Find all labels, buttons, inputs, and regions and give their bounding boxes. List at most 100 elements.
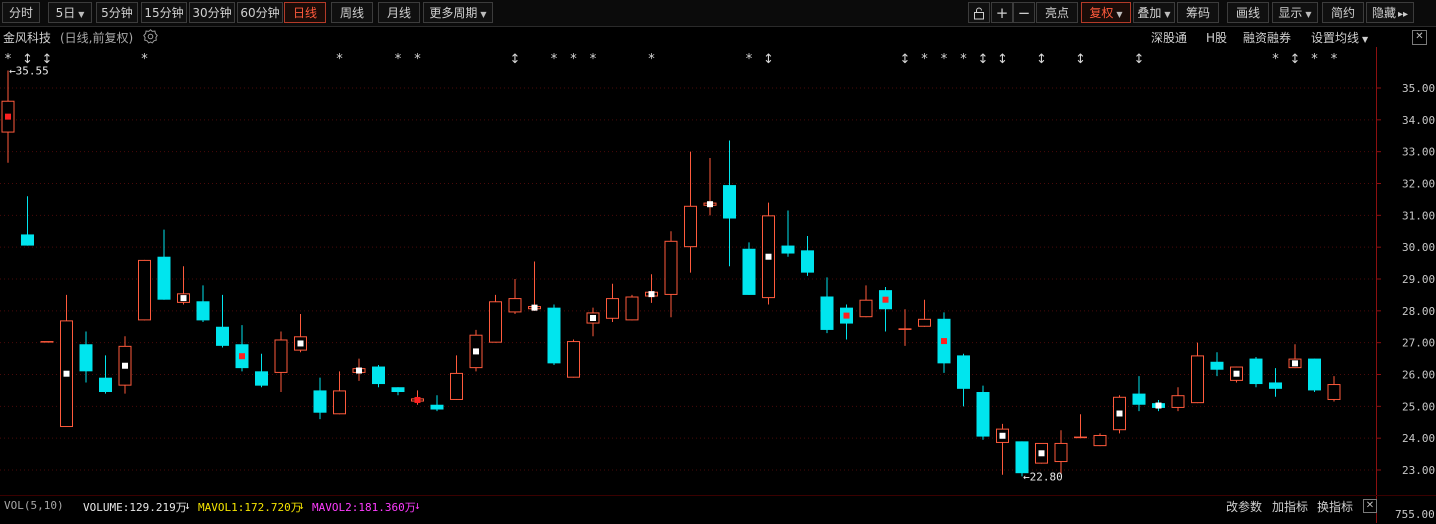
candle-dot	[297, 340, 304, 347]
candle-body	[664, 240, 678, 295]
candlestick-chart: 35.00 34.00 33.00 32.00 31.00 30.00 29.00 28.00…	[0, 52, 1435, 483]
period-tab-5day[interactable]: 5日 ▼	[48, 2, 92, 23]
change-params-button[interactable]: 改参数	[1226, 498, 1262, 515]
event-marker-icon: *	[746, 52, 753, 67]
add-indicator-button[interactable]: 加指标	[1272, 498, 1308, 515]
event-marker-icon: ↕	[763, 52, 774, 67]
candle-dot	[63, 370, 70, 377]
switch-indicator-button[interactable]: 换指标	[1317, 498, 1353, 515]
link-h-shares[interactable]: H股	[1206, 29, 1227, 46]
double-arrow-right-icon: ▸▸	[1397, 9, 1409, 20]
candle-body	[79, 344, 93, 372]
candle-body	[1308, 358, 1321, 391]
candle-dot	[590, 314, 596, 321]
candle-body	[781, 245, 795, 254]
display-label: 显示	[1278, 6, 1303, 20]
zoom-out-button[interactable]: −	[1013, 2, 1035, 23]
event-marker-icon: *	[941, 52, 948, 67]
candle-body	[976, 392, 990, 437]
price-tick-label: 31.00	[1402, 209, 1435, 222]
chevron-down-icon: ▼	[1362, 35, 1369, 44]
candle-dot	[531, 304, 538, 311]
volume-indicator-bar: VOL(5,10) VOLUME:129.219万 ↓ MAVOL1:172.7…	[0, 495, 1436, 524]
candle-body	[216, 326, 229, 346]
simple-mode-button[interactable]: 简约	[1322, 2, 1364, 23]
mavol2-value: MAVOL2:181.360万	[312, 501, 416, 514]
price-tick-label: 32.00	[1402, 178, 1435, 191]
candle-body	[333, 390, 346, 415]
candle-dot	[1292, 360, 1298, 367]
candle-dot	[356, 367, 362, 374]
link-northbound[interactable]: 深股通	[1151, 29, 1187, 46]
mavol2-down-arrow-icon: ↓	[414, 499, 421, 512]
price-tick-label: 23.00	[1402, 464, 1435, 477]
price-tick-label: 27.00	[1402, 337, 1435, 350]
volume-value: VOLUME:129.219万	[83, 501, 187, 514]
link-margin-trading[interactable]: 融资融券	[1243, 29, 1291, 46]
candle-body	[801, 250, 814, 273]
period-tab-monthly[interactable]: 月线	[378, 2, 420, 23]
close-icon[interactable]: ✕	[1363, 499, 1377, 513]
event-marker-icon: *	[921, 52, 928, 67]
price-axis-separator	[1376, 47, 1377, 523]
candle-body	[313, 390, 327, 413]
chevron-down-icon: ▼	[1164, 10, 1171, 19]
price-tick-label: 25.00	[1402, 400, 1435, 413]
candle-body	[274, 339, 288, 373]
period-tab-60min[interactable]: 60分钟	[237, 2, 283, 23]
price-tick-label: 29.00	[1402, 273, 1435, 286]
candle-body	[606, 298, 619, 319]
period-toolbar: 分时 5日 ▼ 5分钟 15分钟 30分钟 60分钟 日线 周线 月线 更多周期 ▼…	[0, 0, 1436, 27]
candle-body	[21, 234, 34, 246]
zoom-in-button[interactable]: +	[991, 2, 1013, 23]
period-tab-15min[interactable]: 15分钟	[141, 2, 187, 23]
candle-dot	[180, 295, 187, 302]
drawing-button[interactable]: 画线	[1227, 2, 1269, 23]
candle-body	[99, 377, 112, 393]
vol-indicator-name[interactable]: VOL(5,10)	[4, 499, 64, 512]
overlay-label: 叠加	[1137, 6, 1162, 20]
event-marker-icon: ↕	[978, 52, 989, 67]
period-tab-daily[interactable]: 日线	[284, 2, 326, 23]
lock-button[interactable]	[968, 2, 990, 23]
overlay-dropdown[interactable]: 叠加 ▼	[1133, 2, 1175, 23]
price-tick-label: 35.00	[1402, 82, 1435, 95]
candle-body	[918, 318, 931, 327]
period-tab-weekly[interactable]: 周线	[331, 2, 373, 23]
highlight-button[interactable]: 亮点	[1036, 2, 1078, 23]
settings-gear-icon[interactable]	[143, 29, 158, 48]
min-price-label: ←22.80	[1023, 470, 1063, 483]
chips-button[interactable]: 筹码	[1177, 2, 1219, 23]
candle-dot	[239, 353, 245, 360]
event-marker-icon: *	[1331, 52, 1338, 67]
event-marker-icon: ↕	[900, 52, 911, 67]
candle-dot	[1038, 450, 1045, 457]
candle-dot	[648, 291, 655, 298]
candle-dot	[707, 201, 713, 208]
event-marker-icon: *	[551, 52, 558, 67]
event-marker-icon: *	[1311, 52, 1318, 67]
candle-body	[196, 301, 210, 321]
adjust-rights-dropdown[interactable]: 复权 ▼	[1081, 2, 1131, 23]
candle-body	[1054, 442, 1068, 463]
period-tab-intraday[interactable]: 分时	[2, 2, 40, 23]
candle-body	[1210, 361, 1224, 370]
candle-dot	[5, 113, 11, 120]
display-dropdown[interactable]: 显示 ▼	[1272, 2, 1318, 23]
price-tick-label: 26.00	[1402, 369, 1435, 382]
more-periods-dropdown[interactable]: 更多周期 ▼	[423, 2, 493, 23]
period-5day-label: 5日	[55, 6, 76, 20]
hide-panel-label: 隐藏	[1371, 6, 1396, 20]
ma-settings-dropdown[interactable]: 设置均线 ▼	[1311, 29, 1368, 46]
hide-panel-button[interactable]: 隐藏 ▸▸	[1366, 2, 1414, 23]
period-tab-5min[interactable]: 5分钟	[96, 2, 138, 23]
candle-body	[391, 387, 405, 393]
event-marker-icon: ↕	[1075, 52, 1086, 67]
period-tab-30min[interactable]: 30分钟	[189, 2, 235, 23]
close-icon[interactable]: ✕	[1412, 30, 1427, 45]
candle-dot	[122, 362, 128, 369]
candle-body	[255, 371, 268, 386]
chevron-down-icon: ▼	[480, 10, 487, 19]
event-marker-icon: *	[1272, 52, 1279, 67]
event-marker-icon: *	[336, 52, 343, 67]
